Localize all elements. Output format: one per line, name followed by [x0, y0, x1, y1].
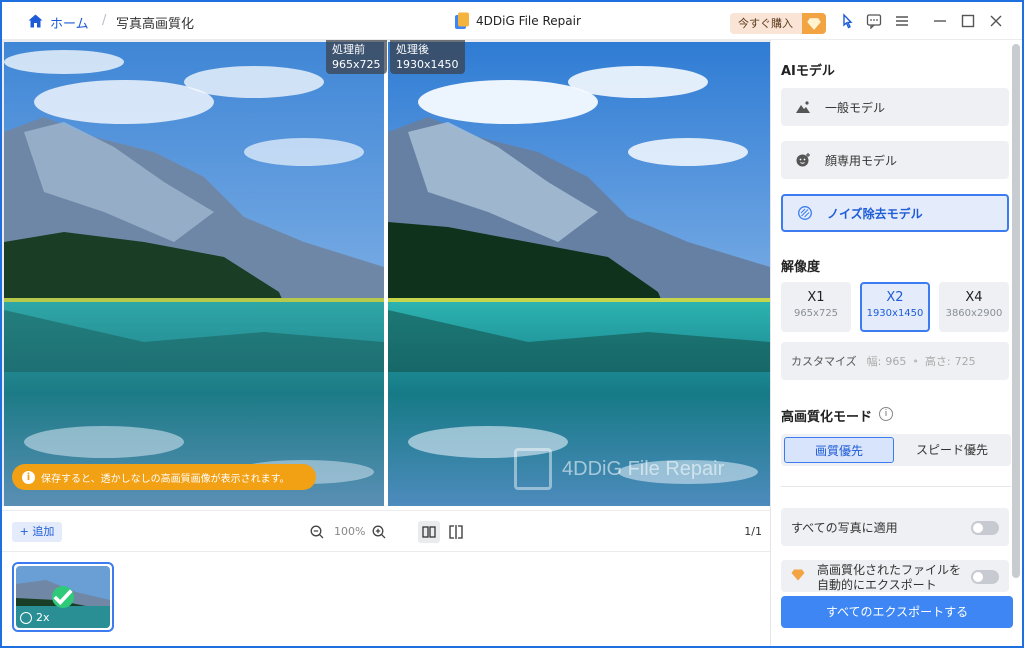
apply-all-row: すべての写真に適用	[781, 508, 1009, 546]
panel-scrollbar[interactable]	[1012, 44, 1020, 578]
split-view-icon	[422, 526, 436, 538]
breadcrumb-separator: /	[102, 13, 107, 28]
model-denoise-button[interactable]: ノイズ除去モデル	[781, 194, 1009, 232]
app-logo-icon	[455, 12, 469, 29]
resolution-x1-dim: 965x725	[793, 308, 839, 319]
add-button-label: 追加	[32, 525, 55, 538]
custom-height-input[interactable]: 725	[955, 355, 976, 368]
after-size-text: 1930x1450	[396, 58, 459, 71]
thumbnail-item[interactable]: 2x	[12, 562, 114, 632]
cursor-click-icon[interactable]	[838, 13, 854, 29]
info-icon: i	[22, 470, 35, 484]
scale-badge: 2x	[20, 611, 50, 624]
resolution-x2-dim: 1930x1450	[866, 308, 924, 319]
before-label: 処理前 965x725	[326, 40, 387, 74]
mode-speed-button[interactable]: スピード優先	[897, 437, 1007, 463]
split-view-button[interactable]	[418, 521, 440, 543]
title-bar: ホーム / 写真高画質化 4DDiG File Repair 今すぐ購入	[2, 2, 1022, 40]
ai-model-title: AIモデル	[781, 64, 835, 79]
settings-panel: AIモデル 一般モデル 顔専用モデル ノイズ除去モデル 解像度 X1 965x7…	[770, 40, 1022, 646]
diamond-icon	[802, 13, 826, 34]
save-notice: i 保存すると、透かしなしの高画質画像が表示されます。	[12, 464, 316, 490]
custom-link-icon: •	[912, 354, 919, 368]
save-notice-text: 保存すると、透かしなしの高画質画像が表示されます。	[41, 473, 290, 485]
before-image[interactable]	[4, 42, 384, 506]
resolution-x4-dim: 3860x2900	[945, 308, 1003, 319]
app-title-text: 4DDiG File Repair	[476, 14, 581, 28]
noise-icon	[798, 206, 812, 220]
before-size-text: 965x725	[332, 58, 381, 71]
model-denoise-label: ノイズ除去モデル	[827, 206, 923, 221]
diamond-icon	[791, 569, 805, 581]
resolution-x4-button[interactable]: X4 3860x2900	[939, 282, 1009, 332]
breadcrumb-home[interactable]: ホーム	[50, 13, 89, 32]
app-window: ホーム / 写真高画質化 4DDiG File Repair 今すぐ購入 処理前…	[2, 2, 1022, 646]
landscape-icon	[796, 101, 810, 113]
resolution-x1-scale: X1	[807, 290, 825, 305]
page-counter: 1/1	[744, 525, 762, 538]
custom-width-label: 幅:	[866, 355, 882, 368]
after-label-text: 処理後	[396, 43, 429, 56]
resolution-x4-scale: X4	[965, 290, 983, 305]
zoom-level: 100%	[334, 525, 366, 538]
watermark-text: 4DDiG File Repair	[562, 457, 725, 480]
zoom-out-icon[interactable]	[310, 525, 324, 539]
close-icon[interactable]	[988, 13, 1004, 29]
model-general-button[interactable]: 一般モデル	[781, 88, 1009, 126]
model-face-button[interactable]: 顔専用モデル	[781, 141, 1009, 179]
face-icon	[796, 153, 810, 167]
divider	[781, 486, 1011, 487]
resolution-x2-button[interactable]: X2 1930x1450	[860, 282, 930, 332]
custom-width-input[interactable]: 965	[885, 355, 906, 368]
mode-title: 高画質化モード	[781, 410, 873, 425]
watermark-logo-icon	[514, 448, 552, 490]
buy-now-button[interactable]: 今すぐ購入	[730, 13, 826, 34]
add-button[interactable]: + 追加	[12, 522, 62, 542]
compare-view-icon[interactable]	[448, 524, 464, 540]
breadcrumb-current: 写真高画質化	[116, 17, 195, 32]
after-image[interactable]	[388, 42, 770, 506]
mode-segmented-control: 画質優先 スピード優先	[781, 434, 1011, 466]
after-label: 処理後 1930x1450	[390, 40, 465, 74]
custom-label: カスタマイズ	[791, 355, 857, 368]
menu-icon[interactable]	[894, 13, 910, 29]
upscale-icon	[20, 611, 32, 624]
before-label-text: 処理前	[332, 43, 365, 56]
auto-export-toggle[interactable]	[971, 570, 999, 584]
home-icon[interactable]	[28, 14, 43, 28]
preview-area: 処理前 965x725 処理後 1930x1450 4DDiG File Rep…	[2, 40, 770, 506]
plus-icon: +	[19, 525, 33, 538]
custom-resolution-row[interactable]: カスタマイズ 幅: 965 • 高さ: 725	[781, 342, 1009, 380]
info-icon[interactable]: i	[879, 407, 893, 421]
apply-all-toggle[interactable]	[971, 521, 999, 535]
app-title: 4DDiG File Repair	[454, 12, 581, 30]
watermark: 4DDiG File Repair	[514, 448, 724, 490]
feedback-icon[interactable]	[866, 13, 882, 29]
resolution-x2-scale: X2	[886, 290, 904, 305]
preview-toolbar: + 追加 100% 1/1	[2, 510, 770, 552]
export-all-button[interactable]: すべてのエクスポートする	[781, 596, 1013, 628]
check-icon	[52, 586, 74, 608]
model-face-label: 顔専用モデル	[825, 153, 898, 168]
auto-export-row: 高画質化されたファイルを自動的にエクスポート	[781, 560, 1009, 592]
buy-now-label: 今すぐ購入	[738, 17, 793, 30]
thumbnail-strip: 2x	[2, 552, 770, 646]
zoom-in-icon[interactable]	[372, 525, 386, 539]
maximize-icon[interactable]	[960, 13, 976, 29]
model-general-label: 一般モデル	[825, 100, 886, 115]
scale-badge-text: 2x	[36, 611, 50, 624]
resolution-x1-button[interactable]: X1 965x725	[781, 282, 851, 332]
minimize-icon[interactable]	[932, 13, 948, 29]
mode-quality-button[interactable]: 画質優先	[784, 437, 894, 463]
resolution-title: 解像度	[781, 260, 821, 275]
custom-height-label: 高さ:	[924, 355, 951, 368]
apply-all-label: すべての写真に適用	[791, 520, 898, 535]
auto-export-label: 高画質化されたファイルを自動的にエクスポート	[817, 563, 962, 592]
